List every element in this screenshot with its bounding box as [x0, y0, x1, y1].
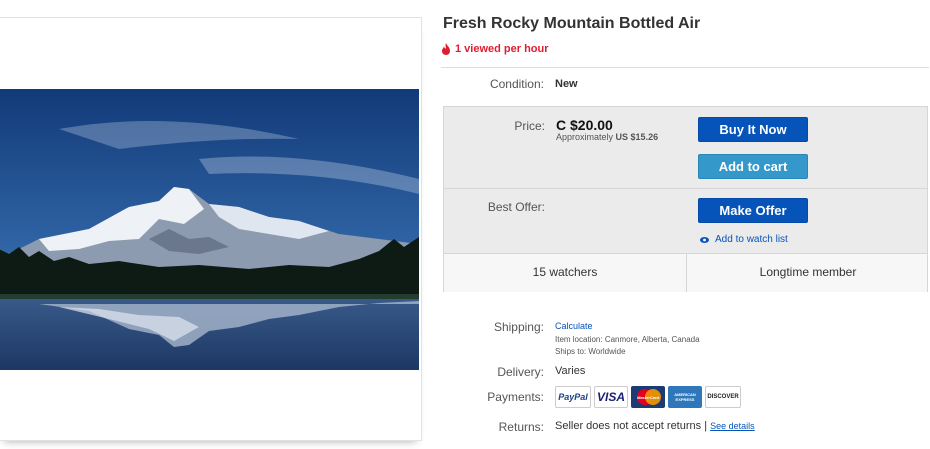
- delivery-value: Varies: [555, 365, 586, 377]
- product-image: [0, 89, 419, 370]
- title-divider: [441, 67, 929, 68]
- item-title: Fresh Rocky Mountain Bottled Air: [443, 15, 701, 32]
- make-offer-button[interactable]: Make Offer: [698, 198, 808, 223]
- eye-icon: [700, 236, 709, 243]
- buy-it-now-button[interactable]: Buy It Now: [698, 117, 808, 142]
- views-indicator: 1 viewed per hour: [441, 43, 549, 55]
- price-approx-value: US $15.26: [615, 132, 659, 142]
- amex-text: AMERICAN EXPRESS: [674, 392, 696, 402]
- ships-to: Ships to: Worldwide: [555, 347, 626, 356]
- ships-to-label: Ships to:: [555, 347, 587, 356]
- delivery-label: Delivery:: [497, 365, 544, 379]
- returns-separator: |: [704, 420, 708, 432]
- item-location: Item location: Canmore, Alberta, Canada: [555, 335, 700, 344]
- price-box: Price: C $20.00 Approximately US $15.26 …: [443, 106, 928, 292]
- best-offer-label: Best Offer:: [487, 200, 545, 214]
- returns-label: Returns:: [498, 420, 544, 434]
- discover-logo: DISCOVER: [705, 386, 741, 408]
- seller-stats-bar: 15 watchers Longtime member: [444, 253, 927, 292]
- visa-logo: VISA: [594, 386, 628, 408]
- shipping-calculate-link[interactable]: Calculate: [555, 321, 593, 331]
- price-value: C $20.00: [556, 117, 613, 133]
- item-location-value: Canmore, Alberta, Canada: [604, 335, 700, 344]
- price-box-divider: [444, 188, 927, 189]
- add-to-cart-button[interactable]: Add to cart: [698, 154, 808, 179]
- ships-to-value: Worldwide: [588, 347, 626, 356]
- price-approx-prefix: Approximately: [556, 132, 614, 142]
- visa-text: VISA: [596, 390, 625, 404]
- views-text: 1 viewed per hour: [455, 43, 549, 55]
- add-to-watch-list-label: Add to watch list: [715, 234, 788, 245]
- flame-icon: [442, 43, 450, 55]
- product-image-panel[interactable]: [0, 17, 422, 441]
- condition-label: Condition:: [489, 77, 544, 91]
- mastercard-text: MasterCard: [636, 394, 659, 400]
- paypal-text: PayPal: [558, 392, 588, 402]
- amex-logo: AMERICAN EXPRESS: [668, 386, 702, 408]
- paypal-logo: PayPal: [555, 386, 591, 408]
- mastercard-logo: MasterCard: [631, 386, 665, 408]
- condition-value: New: [555, 78, 578, 90]
- price-label: Price:: [514, 119, 545, 133]
- returns-policy: Seller does not accept returns | See det…: [555, 420, 755, 432]
- add-to-watch-list-link[interactable]: Add to watch list: [700, 234, 788, 245]
- see-details-link[interactable]: See details: [710, 421, 755, 431]
- discover-text: DISCOVER: [707, 394, 739, 400]
- returns-value: Seller does not accept returns: [555, 420, 702, 432]
- shipping-label: Shipping:: [493, 320, 544, 334]
- payments-label: Payments:: [487, 390, 544, 404]
- item-location-label: Item location:: [555, 335, 603, 344]
- price-approx: Approximately US $15.26: [556, 132, 658, 142]
- member-status: Longtime member: [759, 265, 857, 279]
- watchers-count: 15 watchers: [532, 265, 598, 279]
